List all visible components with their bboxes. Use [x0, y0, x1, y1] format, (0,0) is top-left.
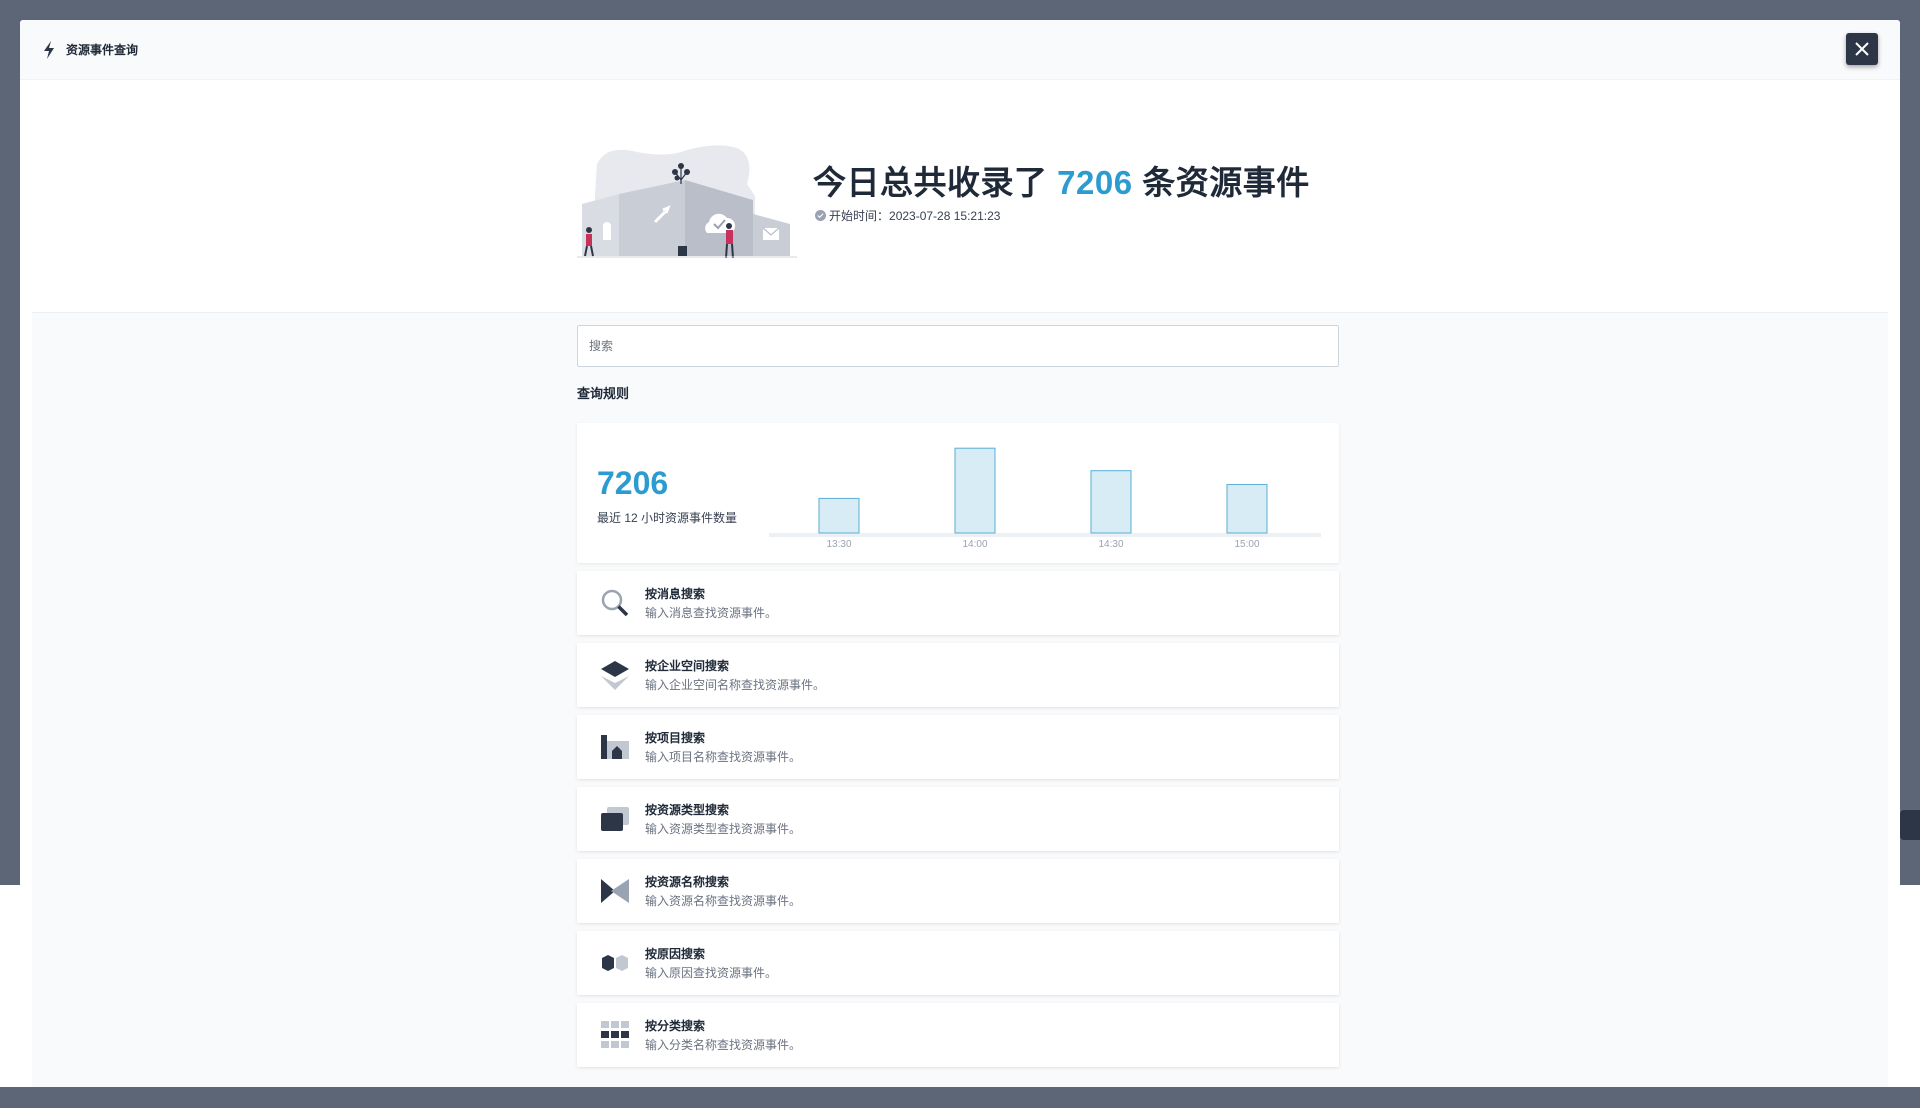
rule-item[interactable]: 按资源名称搜索输入资源名称查找资源事件。	[577, 859, 1339, 923]
hero-title-suffix: 条资源事件	[1142, 164, 1310, 201]
cards-icon	[601, 807, 629, 831]
resource-event-modal: 资源事件查询 今日总共收录了 7206 条资源事件 开始时间： 2023-07-…	[20, 20, 1900, 1087]
chart-x-tick-label: 14:30	[1098, 539, 1123, 549]
stats-card: 7206 最近 12 小时资源事件数量 13:30 14:00 14:30 15:00	[577, 423, 1339, 563]
hero-start-time: 开始时间： 2023-07-28 15:21:23	[815, 207, 1000, 224]
rule-title: 按原因搜索	[645, 947, 706, 961]
search-input[interactable]	[577, 325, 1339, 367]
rule-description: 输入消息查找资源事件。	[645, 606, 778, 620]
chart-x-tick-label: 13:30	[826, 539, 851, 549]
hero-title: 今日总共收录了 7206 条资源事件	[813, 156, 1310, 204]
stats-label: 最近 12 小时资源事件数量	[597, 511, 738, 525]
hexagons-icon	[602, 955, 628, 971]
chart-bar[interactable]	[954, 447, 996, 534]
rule-description: 输入分类名称查找资源事件。	[645, 1038, 802, 1052]
rule-item[interactable]: 按消息搜索输入消息查找资源事件。	[577, 571, 1339, 635]
start-time-label: 开始时间：	[829, 209, 890, 223]
rule-description: 输入企业空间名称查找资源事件。	[645, 678, 826, 692]
rule-description: 输入资源类型查找资源事件。	[645, 822, 802, 836]
close-button[interactable]	[1846, 33, 1878, 65]
chart-bar[interactable]	[1090, 470, 1132, 534]
modal-header: 资源事件查询	[20, 20, 1900, 80]
stats-count: 7206	[597, 465, 669, 501]
project-icon	[601, 735, 629, 759]
rule-description: 输入资源名称查找资源事件。	[645, 894, 802, 908]
rule-item[interactable]: 按企业空间搜索输入企业空间名称查找资源事件。	[577, 643, 1339, 707]
clock-icon	[815, 210, 826, 221]
rule-description: 输入项目名称查找资源事件。	[645, 750, 802, 764]
rule-item[interactable]: 按资源类型搜索输入资源类型查找资源事件。	[577, 787, 1339, 851]
hero-total-count: 7206	[1057, 164, 1133, 201]
query-content: 查询规则 7206 最近 12 小时资源事件数量 13:30 14:00 14:30…	[32, 312, 1888, 1087]
chart-x-tick-label: 15:00	[1234, 539, 1259, 549]
magnifier-icon	[601, 589, 629, 617]
rule-title: 按资源类型搜索	[645, 803, 730, 817]
bolt-icon	[44, 40, 54, 59]
rule-title: 按项目搜索	[645, 731, 706, 745]
close-icon	[1855, 42, 1869, 56]
layers-icon	[601, 661, 629, 690]
rule-description: 输入原因查找资源事件。	[645, 966, 778, 980]
modal-title: 资源事件查询	[66, 43, 139, 57]
start-time-value: 2023-07-28 15:21:23	[889, 208, 1001, 223]
query-rules-title: 查询规则	[577, 386, 630, 401]
resource-illustration-icon	[577, 145, 797, 259]
chart-bar[interactable]	[1226, 484, 1268, 534]
hero-banner: 今日总共收录了 7206 条资源事件 开始时间： 2023-07-28 15:2…	[20, 80, 1900, 330]
grid-icon	[601, 1021, 629, 1048]
resource-name-icon	[601, 879, 629, 903]
rule-title: 按消息搜索	[645, 587, 706, 601]
rule-item[interactable]: 按分类搜索输入分类名称查找资源事件。	[577, 1003, 1339, 1067]
event-bar-chart: 13:30 14:00 14:30 15:00	[769, 447, 1321, 549]
rule-title: 按分类搜索	[645, 1019, 706, 1033]
rule-title: 按企业空间搜索	[645, 659, 730, 673]
rule-item[interactable]: 按原因搜索输入原因查找资源事件。	[577, 931, 1339, 995]
side-tool-tab[interactable]	[1900, 810, 1920, 840]
rule-title: 按资源名称搜索	[645, 875, 730, 889]
page-bottom-bar	[0, 1087, 1920, 1108]
hero-title-prefix: 今日总共收录了	[813, 164, 1048, 201]
chart-bar[interactable]	[818, 497, 860, 534]
rule-item[interactable]: 按项目搜索输入项目名称查找资源事件。	[577, 715, 1339, 779]
chart-x-tick-label: 14:00	[962, 539, 987, 549]
chart-x-axis	[769, 533, 1321, 537]
